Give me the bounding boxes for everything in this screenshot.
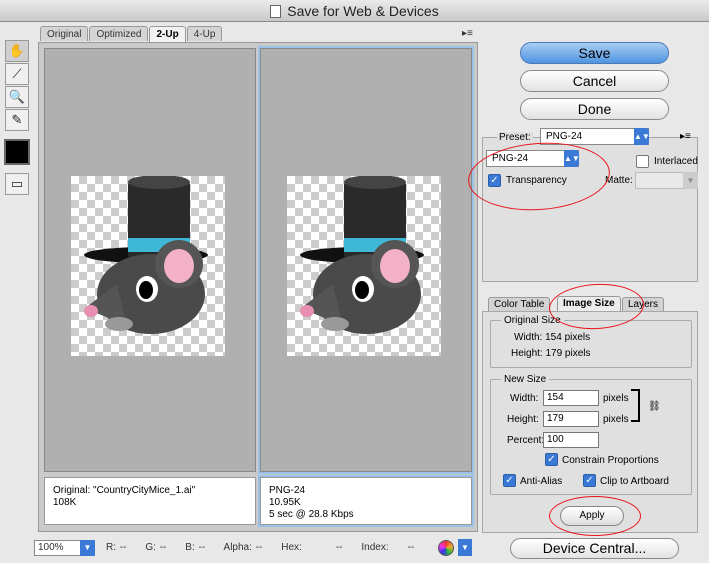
- tab-4-up[interactable]: 4-Up: [186, 26, 223, 41]
- optimized-pane[interactable]: [258, 46, 474, 474]
- constrain-bracket: [631, 389, 640, 422]
- browser-globe-icon: [438, 540, 454, 556]
- original-width: Width: 154 pixels: [514, 332, 591, 343]
- view-tabs: Original Optimized 2-Up 4-Up: [40, 26, 223, 42]
- hex-label: Hex:: [281, 542, 302, 553]
- height-field[interactable]: 179: [543, 411, 599, 427]
- interlaced-label: Interlaced: [654, 156, 698, 167]
- link-chain-icon: ⛓: [648, 401, 661, 412]
- zoom-tool-icon[interactable]: 🔍: [5, 86, 29, 108]
- chevron-down-icon: ▼: [683, 172, 698, 189]
- width-label: Width:: [510, 393, 539, 404]
- original-image: [71, 175, 225, 356]
- chevron-down-icon: ▼: [458, 539, 472, 556]
- device-central-button[interactable]: Device Central...: [510, 538, 679, 559]
- optimized-image: [287, 175, 441, 356]
- constrain-checkbox[interactable]: ✓: [545, 453, 558, 466]
- hex-value: --: [335, 542, 343, 553]
- preview-in-browser[interactable]: ▼: [436, 538, 476, 556]
- interlaced-checkbox[interactable]: [636, 155, 649, 168]
- percent-label: Percent:: [507, 435, 545, 446]
- done-button[interactable]: Done: [520, 98, 669, 120]
- preset-value: PNG-24: [546, 131, 583, 142]
- original-info: Original: "CountryCityMice_1.ai" 108K: [44, 477, 256, 525]
- download-time: 5 sec @ 28.8 Kbps: [269, 509, 354, 520]
- document-icon: [270, 5, 282, 18]
- zoom-select[interactable]: 100% ▼: [34, 540, 95, 556]
- optimized-info: PNG-24 10.95K 5 sec @ 28.8 Kbps: [258, 475, 474, 527]
- tab-2-up[interactable]: 2-Up: [149, 26, 186, 42]
- tab-optimized[interactable]: Optimized: [89, 26, 149, 41]
- alpha-label: Alpha:: [223, 542, 252, 553]
- preset-label: Preset:: [497, 132, 533, 143]
- b-label: B:: [185, 542, 195, 553]
- color-swatch[interactable]: [4, 139, 30, 165]
- chevron-down-icon: ▼: [80, 540, 95, 556]
- matte-select[interactable]: ▼: [635, 172, 698, 189]
- hand-tool-icon[interactable]: ✋: [5, 40, 29, 62]
- r-value: --: [119, 542, 127, 553]
- eyedropper-tool-icon[interactable]: ✎: [5, 109, 29, 131]
- index-label: Index:: [361, 542, 389, 553]
- zoom-value: 100%: [38, 542, 64, 553]
- title-bar: Save for Web & Devices: [0, 0, 709, 22]
- cancel-button[interactable]: Cancel: [520, 70, 669, 92]
- tab-color-table[interactable]: Color Table: [488, 297, 551, 311]
- g-value: --: [159, 542, 167, 553]
- r-label: R:: [106, 542, 116, 553]
- preview-area: Original: "CountryCityMice_1.ai" 108K PN…: [38, 42, 478, 532]
- clip-artboard-label: Clip to Artboard: [600, 476, 669, 487]
- original-height: Height: 179 pixels: [511, 348, 591, 359]
- mouse-image-icon: [84, 175, 208, 334]
- original-pane[interactable]: [44, 48, 256, 472]
- height-label: Height:: [507, 414, 539, 425]
- original-filename: Original: "CountryCityMice_1.ai": [53, 485, 196, 496]
- chevron-down-icon: ▲▼: [634, 128, 650, 145]
- preset-menu-icon[interactable]: ▸≡: [680, 131, 691, 142]
- width-unit: pixels: [603, 393, 629, 404]
- slice-select-tool-icon[interactable]: ⟋: [5, 63, 29, 85]
- height-unit: pixels: [603, 414, 629, 425]
- alpha-value: --: [255, 542, 263, 553]
- clip-artboard-checkbox[interactable]: ✓: [583, 474, 596, 487]
- percent-field[interactable]: 100: [543, 432, 599, 448]
- optimize-menu-icon[interactable]: ▸≡: [462, 28, 473, 39]
- b-value: --: [198, 542, 206, 553]
- optimized-size: 10.95K: [269, 497, 301, 508]
- annotation-circle: [549, 496, 641, 536]
- anti-alias-checkbox[interactable]: ✓: [503, 474, 516, 487]
- index-value: --: [407, 542, 415, 553]
- toolbox: ✋ ⟋ 🔍 ✎ ▭: [3, 40, 31, 196]
- original-size: 108K: [53, 497, 77, 508]
- optimized-format: PNG-24: [269, 485, 306, 496]
- anti-alias-label: Anti-Alias: [520, 476, 563, 487]
- width-field[interactable]: 154: [543, 390, 599, 406]
- window-title: Save for Web & Devices: [287, 3, 439, 19]
- tab-original[interactable]: Original: [40, 26, 89, 41]
- color-readout: R: -- G: -- B: -- Alpha: -- Hex: -- Inde…: [106, 542, 414, 553]
- mouse-image-icon: [300, 175, 424, 334]
- save-button[interactable]: Save: [520, 42, 669, 64]
- preview-browser-icon[interactable]: ▭: [5, 173, 29, 195]
- constrain-label: Constrain Proportions: [562, 455, 659, 466]
- new-size-title: New Size: [501, 374, 550, 385]
- status-bar: 100% ▼ R: -- G: -- B: -- Alpha: -- Hex: …: [34, 538, 476, 558]
- g-label: G:: [145, 542, 156, 553]
